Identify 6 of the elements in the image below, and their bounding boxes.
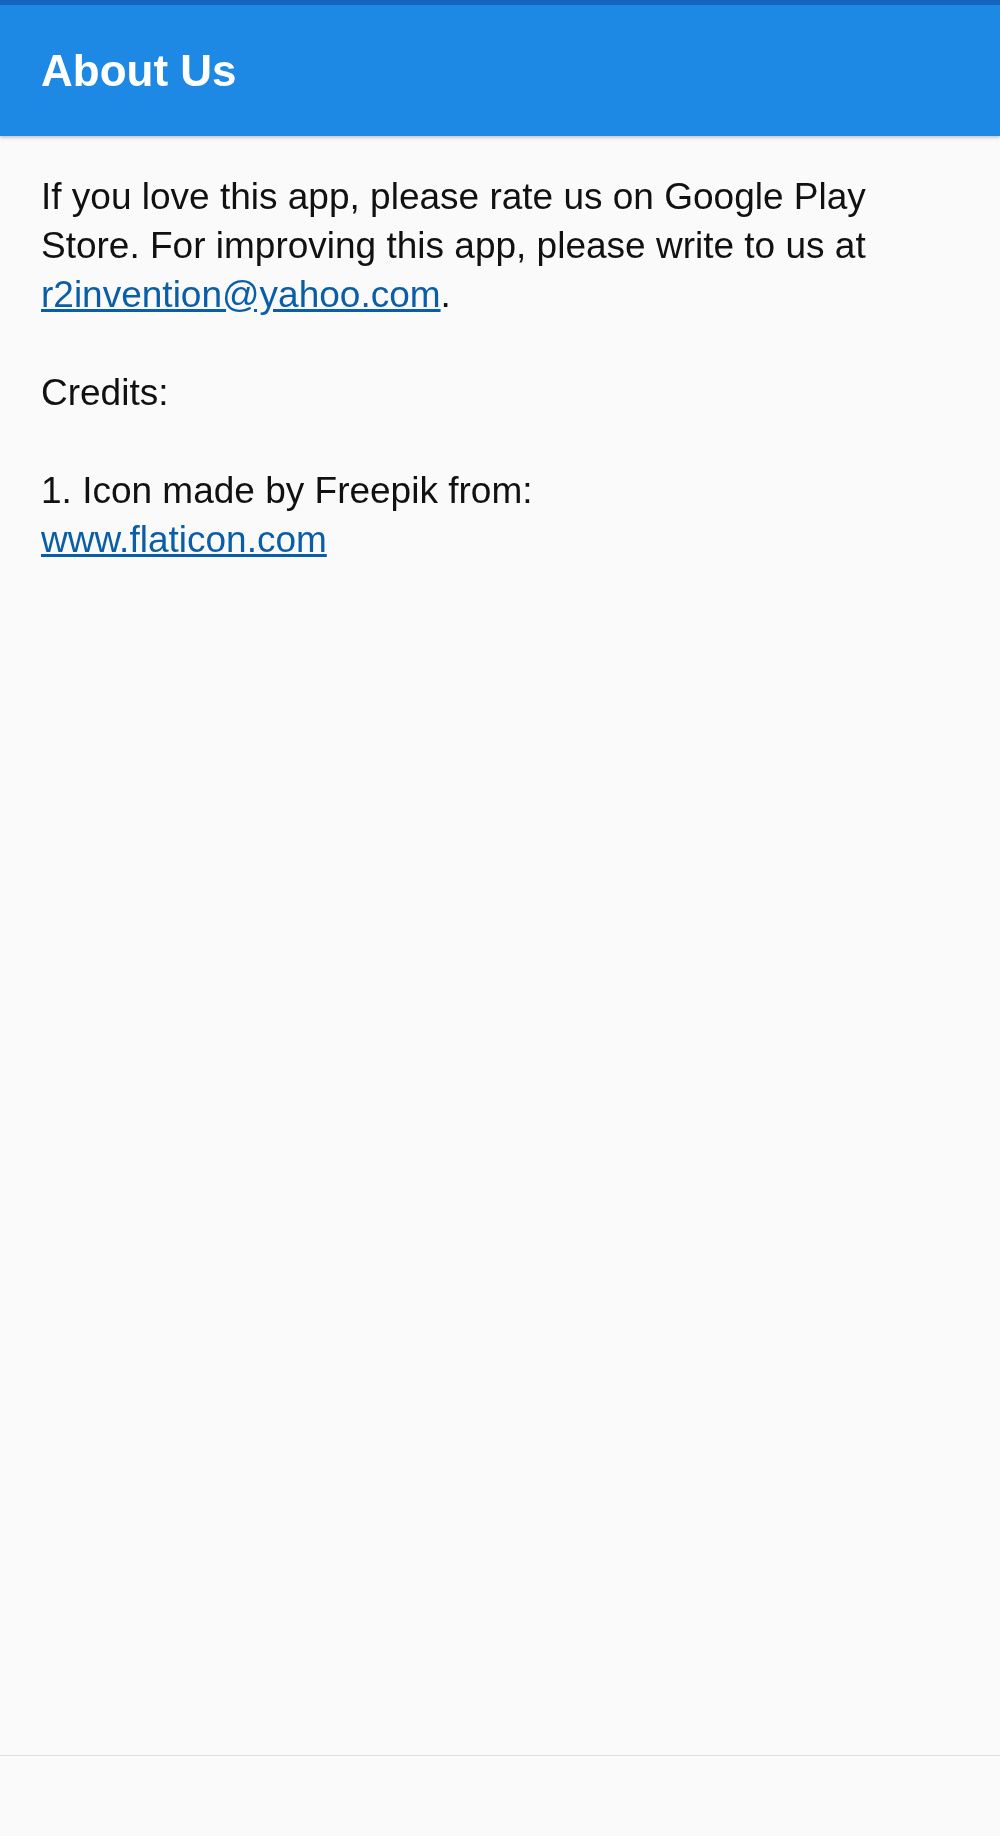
website-link[interactable]: www.flaticon.com: [41, 515, 327, 564]
credits-heading: Credits:: [41, 371, 170, 415]
intro-paragraph: If you love this app, please rate us on Google Play Store. For improving this app, please write to us at r2invention@yahoo.com.: [41, 175, 867, 317]
email-link[interactable]: r2invention@yahoo.com: [41, 274, 441, 315]
credit-text: 1. Icon made by Freepik from:: [41, 469, 533, 513]
screen-title: About Us: [41, 45, 237, 96]
